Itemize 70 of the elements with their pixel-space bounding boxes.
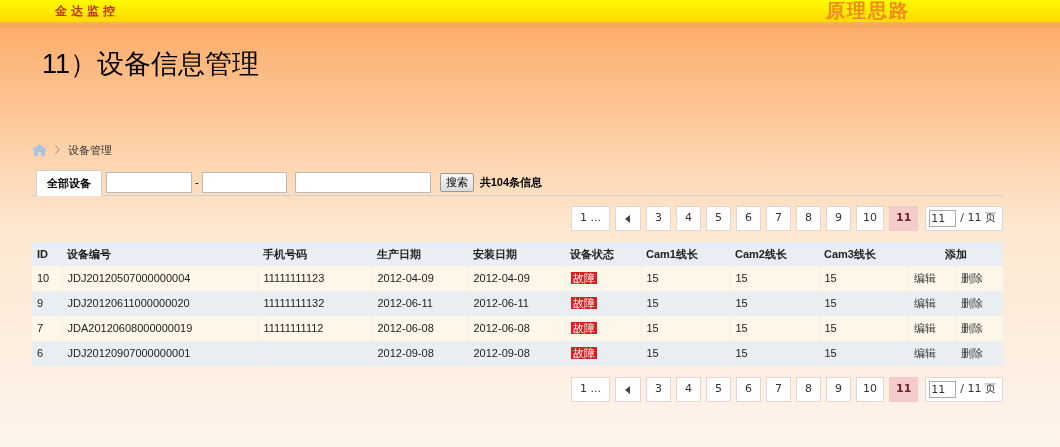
edit-link[interactable]: 编辑 <box>913 272 936 285</box>
page-button[interactable]: 5 <box>706 206 731 231</box>
edit-link[interactable]: 编辑 <box>913 322 936 335</box>
page-button[interactable]: 5 <box>706 377 731 402</box>
start-input[interactable] <box>106 172 192 193</box>
triangle-left-icon <box>625 385 631 394</box>
page-button[interactable]: 6 <box>736 377 761 402</box>
page-total: / 11 页 <box>960 210 997 227</box>
table-cell: 6 <box>32 341 62 366</box>
page-button[interactable]: 3 <box>646 206 671 231</box>
column-header: 设备状态 <box>565 242 641 266</box>
page-button[interactable]: 7 <box>766 377 791 402</box>
column-header: 设备编号 <box>62 242 258 266</box>
end-input[interactable] <box>201 172 287 193</box>
page-button[interactable]: 10 <box>856 206 884 231</box>
tab[interactable]: 全部设备 <box>36 170 102 196</box>
chevron-right-icon <box>55 145 60 155</box>
breadcrumb-item[interactable]: 设备管理 <box>68 141 112 158</box>
status-badge: 故障 <box>570 297 597 310</box>
page-button[interactable]: 6 <box>736 206 761 231</box>
column-header: 安装日期 <box>468 242 565 266</box>
previous-page-button[interactable] <box>615 206 641 231</box>
page-button[interactable]: 10 <box>856 377 884 402</box>
page-button[interactable]: 11 <box>889 377 919 402</box>
page-button[interactable]: 4 <box>676 206 701 231</box>
delete-link[interactable]: 删除 <box>961 322 983 335</box>
table-cell: 15 <box>641 341 730 366</box>
first-page-button[interactable]: 1 ... <box>571 206 610 231</box>
home-icon[interactable] <box>32 143 47 156</box>
edit-link[interactable]: 编辑 <box>913 347 936 360</box>
column-header: 手机号码 <box>258 242 372 266</box>
delete-link[interactable]: 删除 <box>961 272 983 285</box>
column-header: 添加 <box>908 242 1003 266</box>
section-title: 原理思路 <box>826 0 910 23</box>
column-header: ID <box>32 242 62 266</box>
page-button[interactable]: 9 <box>826 206 851 231</box>
column-header: Cam1线长 <box>641 242 730 266</box>
delete-link[interactable]: 删除 <box>961 347 983 360</box>
triangle-left-icon <box>625 214 631 223</box>
previous-page-button[interactable] <box>615 377 641 402</box>
table-cell: 15 <box>730 341 819 366</box>
page-input[interactable]: 11 <box>929 210 957 227</box>
page-button[interactable]: 8 <box>796 206 821 231</box>
page-button[interactable]: 11 <box>889 206 919 231</box>
column-header: Cam3线长 <box>819 242 908 266</box>
table-cell: 2012-09-08 <box>468 341 565 366</box>
status-badge: 故障 <box>570 322 597 335</box>
record-count: 共104条信息 <box>479 175 543 191</box>
edit-link[interactable]: 编辑 <box>913 297 936 310</box>
page-total: / 11 页 <box>960 381 997 398</box>
page-button[interactable]: 7 <box>766 206 791 231</box>
table-cell: 2012-09-08 <box>372 341 468 366</box>
keyword-input[interactable] <box>294 172 431 193</box>
range-separator: - <box>195 175 199 191</box>
page-input[interactable]: 11 <box>929 381 957 398</box>
table-cell: JDJ20120907000000001 <box>62 341 258 366</box>
table-cell: 15 <box>819 341 908 366</box>
slide-title: 11）设备信息管理 <box>42 48 260 81</box>
page-button[interactable]: 4 <box>676 377 701 402</box>
page-button[interactable]: 9 <box>826 377 851 402</box>
first-page-button[interactable]: 1 ... <box>571 377 610 402</box>
status-badge: 故障 <box>570 347 597 360</box>
column-header: Cam2线长 <box>730 242 819 266</box>
search-button[interactable]: 搜索 <box>439 173 474 192</box>
delete-link[interactable]: 删除 <box>961 297 983 310</box>
page-button[interactable]: 8 <box>796 377 821 402</box>
column-header: 生产日期 <box>372 242 468 266</box>
brand-label: 金达监控 <box>55 3 119 20</box>
status-badge: 故障 <box>570 272 597 285</box>
page-button[interactable]: 3 <box>646 377 671 402</box>
